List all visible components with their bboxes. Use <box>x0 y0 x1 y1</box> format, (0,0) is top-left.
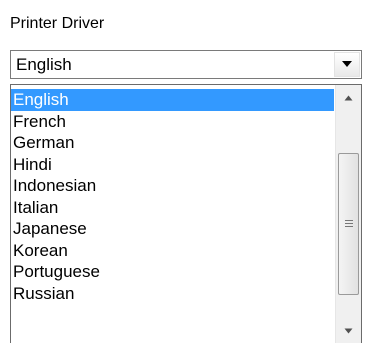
scroll-grip-icon <box>345 220 353 229</box>
list-item-korean[interactable]: Korean <box>11 240 334 262</box>
scroll-down-icon <box>344 328 353 334</box>
list-item-portuguese[interactable]: Portuguese <box>11 261 334 283</box>
printer-driver-label: Printer Driver <box>10 15 105 32</box>
list-item-italian[interactable]: Italian <box>11 197 334 219</box>
list-item-indonesian[interactable]: Indonesian <box>11 175 334 197</box>
list-item-english[interactable]: English <box>11 89 334 111</box>
vertical-scrollbar[interactable] <box>335 85 361 343</box>
combobox-selected-value: English <box>16 55 72 74</box>
list-item-hindi[interactable]: Hindi <box>11 154 334 176</box>
list-item-russian[interactable]: Russian <box>11 283 334 305</box>
chevron-down-icon <box>342 61 352 67</box>
list-item-french[interactable]: French <box>11 111 334 133</box>
list-item-japanese[interactable]: Japanese <box>11 218 334 240</box>
language-combobox[interactable]: English <box>10 50 362 79</box>
scroll-thumb[interactable] <box>338 153 359 295</box>
combobox-dropdown-button[interactable] <box>334 52 360 77</box>
list-item-german[interactable]: German <box>11 132 334 154</box>
scroll-down-button[interactable] <box>336 320 361 343</box>
scroll-up-button[interactable] <box>336 87 361 111</box>
scroll-up-icon <box>344 95 353 101</box>
list: English French German Hindi Indonesian I… <box>11 89 334 304</box>
language-dropdown-list: English French German Hindi Indonesian I… <box>10 84 362 343</box>
